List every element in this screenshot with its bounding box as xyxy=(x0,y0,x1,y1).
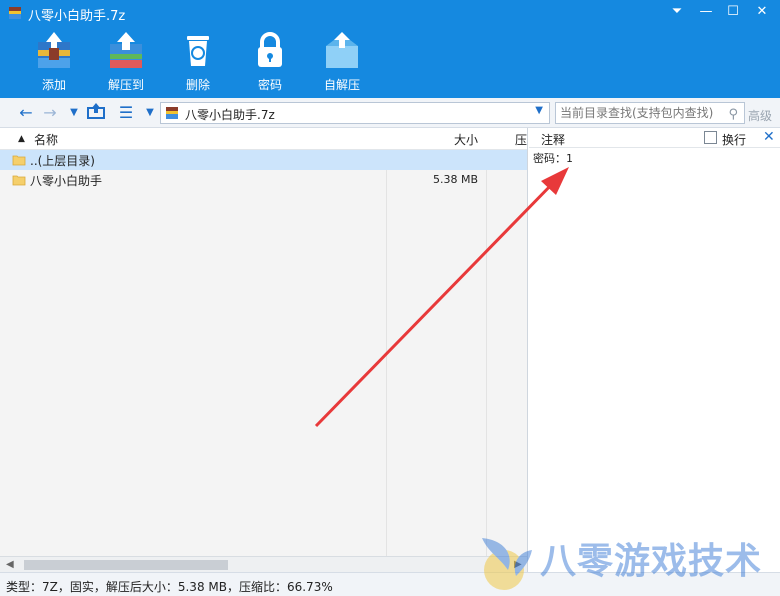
folder-icon xyxy=(12,155,26,166)
column-size[interactable]: 大小 xyxy=(454,131,478,148)
file-list-header: ▲ 名称 大小 压 xyxy=(0,128,527,150)
lock-icon xyxy=(258,32,282,67)
column-compressed[interactable]: 压 xyxy=(515,131,527,148)
path-text: 八零小白助手.7z xyxy=(185,108,275,122)
file-list: ▲ 名称 大小 压 ..(上层目录) 八零小白助手 5.38 MB ◀ ▶ xyxy=(0,128,528,572)
folder-icon xyxy=(12,175,26,186)
toolbar: 添加 解压到 删除 密码 自解压 xyxy=(0,26,780,98)
maximize-button[interactable]: ☐ xyxy=(722,3,744,21)
table-row[interactable]: ..(上层目录) xyxy=(0,150,527,170)
horizontal-scrollbar[interactable]: ◀ ▶ xyxy=(0,556,527,572)
chevron-down-icon[interactable]: ▼ xyxy=(535,105,543,116)
up-folder-icon[interactable] xyxy=(86,103,106,123)
close-button[interactable]: ✕ xyxy=(751,3,773,21)
navigation-bar: ← → ▼ ☰ ▼ 八零小白助手.7z ▼ 当前目录查找(支持包内查找) ⚲ 高… xyxy=(0,98,780,128)
archive-icon xyxy=(166,107,178,119)
minimize-button[interactable]: — xyxy=(695,3,717,21)
comment-text: 密码：1 xyxy=(533,152,573,165)
forward-arrow-icon[interactable]: → xyxy=(40,103,60,123)
title-bar: 八零小白助手.7z ⏷ — ☐ ✕ xyxy=(0,0,780,26)
wrap-label[interactable]: 换行 xyxy=(722,131,746,148)
table-row[interactable]: 八零小白助手 5.38 MB xyxy=(0,170,527,190)
app-icon xyxy=(9,7,21,19)
view-dropdown-icon[interactable]: ▼ xyxy=(140,103,160,123)
comment-header: 注释 换行 ✕ xyxy=(529,128,780,148)
menu-dropdown-button[interactable]: ⏷ xyxy=(666,3,688,21)
status-text: 类型：7Z，固实，解压后大小：5.38 MB，压缩比：66.73% xyxy=(6,580,333,594)
search-placeholder: 当前目录查找(支持包内查找) xyxy=(560,106,714,120)
close-icon[interactable]: ✕ xyxy=(763,129,775,145)
advanced-search-button[interactable]: 高级 xyxy=(748,107,772,124)
wrap-checkbox[interactable] xyxy=(704,131,717,144)
comment-title: 注释 xyxy=(541,133,566,147)
delete-button[interactable]: 删除 xyxy=(168,28,228,96)
history-dropdown-icon[interactable]: ▼ xyxy=(64,103,84,123)
trash-icon xyxy=(187,36,209,66)
sort-arrow-icon: ▲ xyxy=(18,134,25,144)
column-name[interactable]: 名称 xyxy=(34,131,58,148)
self-extract-button[interactable]: 自解压 xyxy=(312,28,372,96)
extract-to-button[interactable]: 解压到 xyxy=(96,28,156,96)
window-title: 八零小白助手.7z xyxy=(28,9,126,24)
password-button[interactable]: 密码 xyxy=(240,28,300,96)
scroll-right-icon[interactable]: ▶ xyxy=(514,557,522,572)
path-combobox[interactable]: 八零小白助手.7z ▼ xyxy=(160,102,550,124)
self-extract-icon xyxy=(326,32,358,68)
status-bar: 类型：7Z，固实，解压后大小：5.38 MB，压缩比：66.73% xyxy=(0,572,780,596)
back-arrow-icon[interactable]: ← xyxy=(16,103,36,123)
scrollbar-thumb[interactable] xyxy=(24,560,228,570)
search-icon[interactable]: ⚲ xyxy=(728,105,738,125)
extract-to-icon xyxy=(110,32,142,68)
add-button[interactable]: 添加 xyxy=(24,28,84,96)
comment-pane: 注释 换行 ✕ 密码：1 xyxy=(529,128,780,572)
view-list-icon[interactable]: ☰ xyxy=(116,103,136,123)
add-archive-icon xyxy=(38,32,70,68)
scroll-left-icon[interactable]: ◀ xyxy=(6,557,14,572)
search-input[interactable]: 当前目录查找(支持包内查找) ⚲ xyxy=(555,102,745,124)
